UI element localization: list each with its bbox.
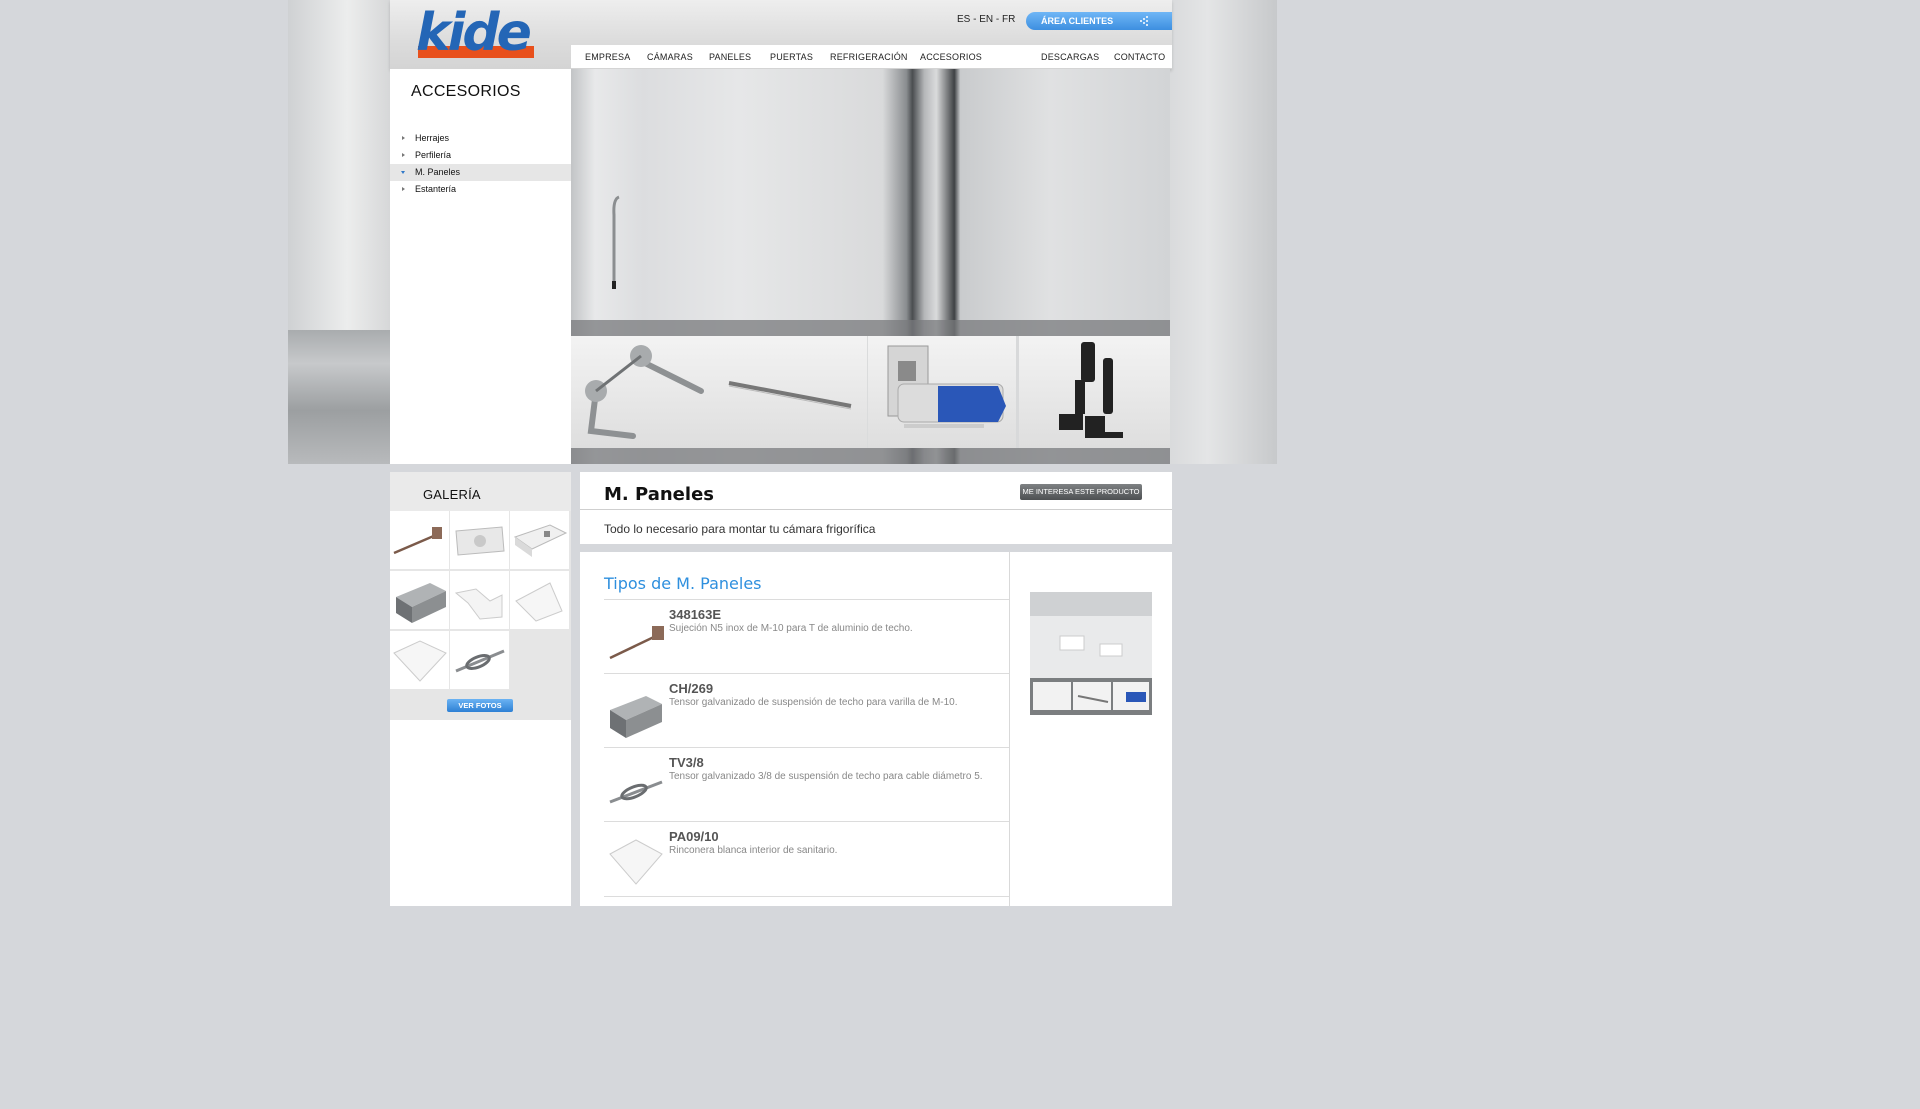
arrow-down-icon xyxy=(401,171,405,174)
sidebar-item-herrajes[interactable]: Herrajes xyxy=(390,130,571,147)
gallery-title: GALERÍA xyxy=(423,487,481,502)
type-code: 348163E xyxy=(669,607,722,622)
gallery-thumb[interactable] xyxy=(510,511,569,569)
product-photo[interactable] xyxy=(1030,592,1152,715)
product-thumb xyxy=(610,696,662,738)
section-title: ACCESORIOS xyxy=(411,83,521,100)
gallery-thumb[interactable] xyxy=(390,511,449,569)
type-row[interactable]: PA09/10 Rinconera blanca interior de san… xyxy=(604,821,1009,897)
sidebar-item-label: Perfilería xyxy=(415,150,452,160)
gallery-thumb[interactable] xyxy=(450,631,509,689)
sidebar-item-estanteria[interactable]: Estantería xyxy=(390,181,571,198)
thumb-strip-top xyxy=(571,320,1170,336)
nav-camaras[interactable]: CÁMARAS xyxy=(647,52,693,62)
sidebar-item-perfileria[interactable]: Perfilería xyxy=(390,147,571,164)
arrow-right-icon xyxy=(402,153,405,157)
type-row[interactable]: TV3/8 Tensor galvanizado 3/8 de suspensi… xyxy=(604,747,1009,822)
type-row[interactable]: CH/269 Tensor galvanizado de suspensión … xyxy=(604,673,1009,748)
arrow-right-icon xyxy=(402,136,405,140)
sidebar-item-label: Estantería xyxy=(415,184,457,194)
product-description: Todo lo necesario para montar tu cámara … xyxy=(604,522,876,536)
sidebar-item-m-paneles[interactable]: M. Paneles xyxy=(390,164,571,181)
main-nav: EMPRESA CÁMARAS PANELES PUERTAS REFRIGER… xyxy=(571,45,1172,68)
gallery-thumb[interactable] xyxy=(510,571,569,629)
product-thumb xyxy=(609,780,663,804)
type-row[interactable]: 348163E Sujeción N5 inox de M-10 para T … xyxy=(604,599,1009,674)
hero-thumb-handles[interactable] xyxy=(571,336,719,448)
kide-logo[interactable]: kide xyxy=(416,3,536,63)
type-description: Sujeción N5 inox de M-10 para T de alumi… xyxy=(669,623,913,634)
gallery-thumb[interactable] xyxy=(450,571,509,629)
type-description: Tensor galvanizado de suspensión de tech… xyxy=(669,697,958,708)
types-title: Tipos de M. Paneles xyxy=(604,574,762,593)
hero-thumb-profile[interactable] xyxy=(719,336,867,448)
nav-descargas[interactable]: DESCARGAS xyxy=(1041,52,1099,62)
nav-empresa[interactable]: EMPRESA xyxy=(585,52,630,62)
type-description: Tensor galvanizado 3/8 de suspensión de … xyxy=(669,771,983,782)
type-code: CH/269 xyxy=(669,681,714,696)
product-thumb xyxy=(609,839,663,885)
interest-button[interactable]: ME INTERESA ESTE PRODUCTO xyxy=(1020,484,1142,500)
client-area-label: ÁREA CLIENTES xyxy=(1041,16,1114,26)
sidebar xyxy=(390,69,571,464)
hero-thumb-hinges[interactable] xyxy=(1019,336,1170,448)
svg-text:kide: kide xyxy=(416,6,531,60)
hero-thumb-lock[interactable] xyxy=(868,336,1016,448)
thumb-strip-bottom xyxy=(571,448,1170,464)
sidebar-item-label: Herrajes xyxy=(415,133,450,143)
type-code: PA09/10 xyxy=(669,829,719,844)
gallery-thumb[interactable] xyxy=(450,511,509,569)
hero-background-detail xyxy=(288,330,390,464)
nav-accesorios[interactable]: ACCESORIOS xyxy=(920,52,982,62)
divider xyxy=(580,509,1172,510)
sidebar-item-label: M. Paneles xyxy=(415,167,461,177)
door-handle-image xyxy=(612,195,620,289)
nav-refrigeracion[interactable]: REFRIGERACIÓN xyxy=(830,52,908,62)
arrow-right-icon xyxy=(402,187,405,191)
gallery-thumb[interactable] xyxy=(390,631,449,689)
arrow-dots-icon xyxy=(1140,16,1148,26)
type-description: Rinconera blanca interior de sanitario. xyxy=(669,845,838,856)
product-title: M. Paneles xyxy=(604,484,714,505)
divider xyxy=(1009,552,1010,906)
nav-contacto[interactable]: CONTACTO xyxy=(1114,52,1165,62)
nav-paneles[interactable]: PANELES xyxy=(709,52,751,62)
product-thumb xyxy=(609,626,664,660)
gallery-grid xyxy=(390,511,571,691)
nav-puertas[interactable]: PUERTAS xyxy=(770,52,813,62)
see-photos-button[interactable]: VER FOTOS xyxy=(447,699,513,712)
type-code: TV3/8 xyxy=(669,755,704,770)
language-switcher[interactable]: ES - EN - FR xyxy=(957,14,1015,25)
client-area-button[interactable]: ÁREA CLIENTES xyxy=(1026,12,1172,30)
gallery-thumb[interactable] xyxy=(390,571,449,629)
